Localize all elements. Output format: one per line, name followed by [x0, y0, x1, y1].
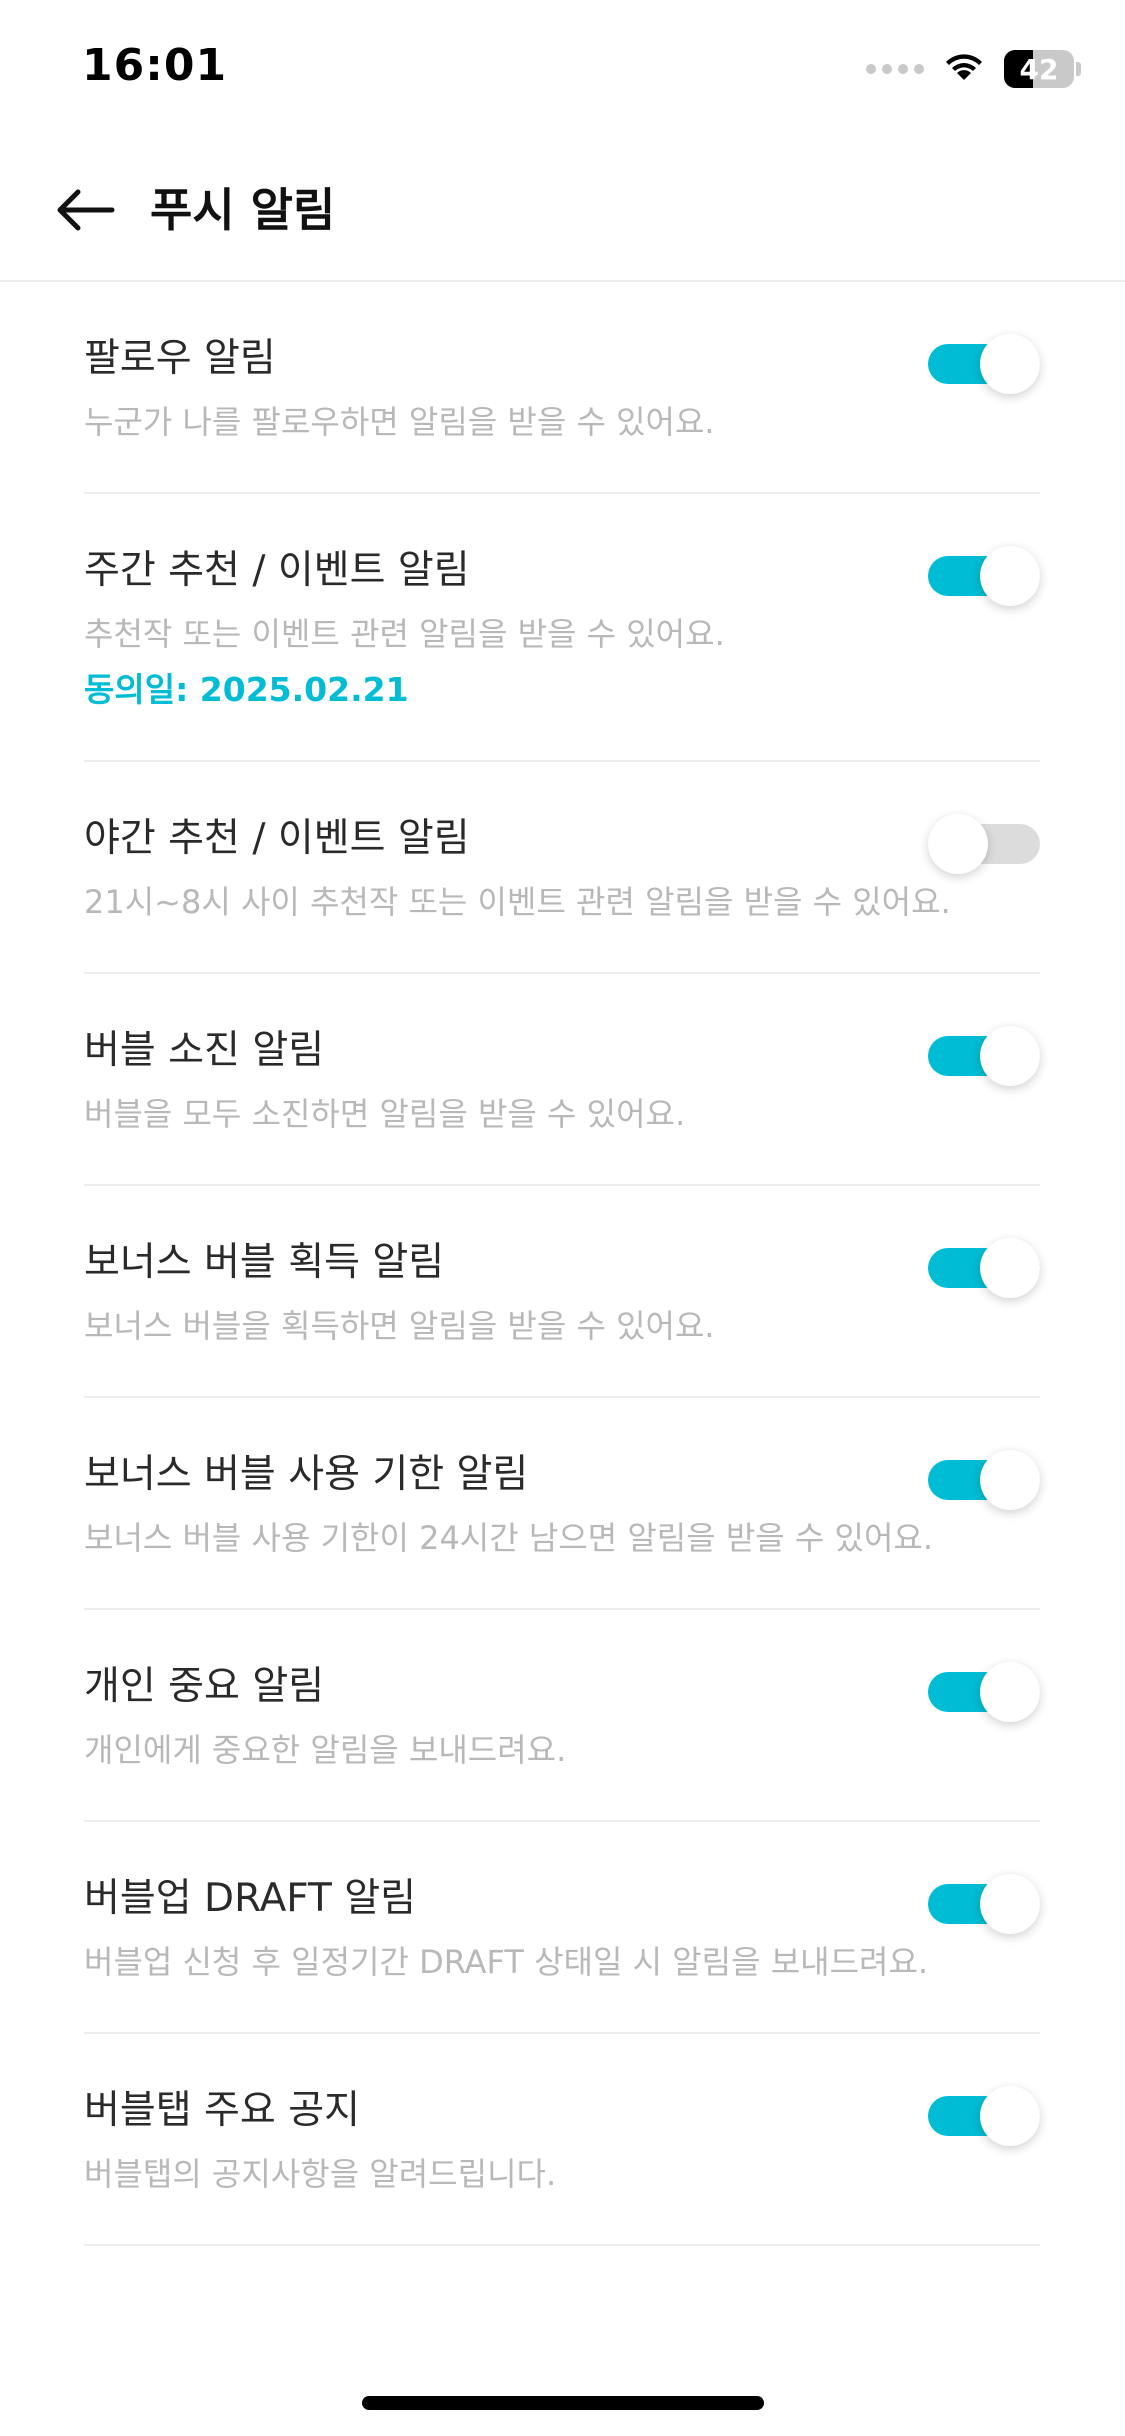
status-bar: 16:01 42	[0, 0, 1125, 140]
home-indicator	[362, 2396, 764, 2410]
setting-toggle[interactable]	[928, 1026, 1040, 1086]
setting-title: 개인 중요 알림	[84, 1664, 325, 1709]
back-arrow-icon	[57, 189, 115, 231]
setting-description: 21시~8시 사이 추천작 또는 이벤트 관련 알림을 받을 수 있어요.	[84, 883, 951, 921]
status-indicators: 42	[866, 48, 1081, 90]
setting-item: 개인 중요 알림개인에게 중요한 알림을 보내드려요.	[84, 1610, 1040, 1822]
toggle-thumb	[980, 334, 1040, 394]
setting-toggle[interactable]	[928, 1874, 1040, 1934]
setting-item: 버블업 DRAFT 알림버블업 신청 후 일정기간 DRAFT 상태일 시 알림…	[84, 1822, 1040, 2034]
battery-level: 42	[1019, 52, 1059, 86]
setting-description: 버블업 신청 후 일정기간 DRAFT 상태일 시 알림을 보내드려요.	[84, 1943, 929, 1981]
page-title: 푸시 알림	[150, 183, 336, 237]
toggle-thumb	[980, 546, 1040, 606]
setting-description: 보너스 버블 사용 기한이 24시간 남으면 알림을 받을 수 있어요.	[84, 1519, 933, 1557]
toggle-thumb	[928, 814, 988, 874]
toggle-thumb	[980, 2086, 1040, 2146]
setting-title: 버블 소진 알림	[84, 1028, 325, 1073]
toggle-thumb	[980, 1450, 1040, 1510]
setting-item: 버블탭 주요 공지버블탭의 공지사항을 알려드립니다.	[84, 2034, 1040, 2246]
setting-item: 보너스 버블 사용 기한 알림보너스 버블 사용 기한이 24시간 남으면 알림…	[84, 1398, 1040, 1610]
battery-cap	[1076, 62, 1081, 76]
setting-title: 야간 추천 / 이벤트 알림	[84, 816, 470, 861]
settings-list: 팔로우 알림 누군가 나를 팔로우하면 알림을 받을 수 있어요. 주간 추천 / …	[84, 282, 1040, 2246]
setting-description: 버블을 모두 소진하면 알림을 받을 수 있어요.	[84, 1095, 686, 1133]
setting-toggle[interactable]	[928, 1238, 1040, 1298]
setting-item: 팔로우 알림누군가 나를 팔로우하면 알림을 받을 수 있어요.	[84, 282, 1040, 494]
setting-title: 버블업 DRAFT 알림	[84, 1876, 416, 1921]
cellular-signal-icon	[866, 64, 924, 74]
toggle-thumb	[980, 1662, 1040, 1722]
setting-description: 개인에게 중요한 알림을 보내드려요.	[84, 1731, 567, 1769]
setting-description: 버블탭의 공지사항을 알려드립니다.	[84, 2155, 557, 2193]
setting-item: 야간 추천 / 이벤트 알림 21시~8시 사이 추천작 또는 이벤트 관련 알림…	[84, 762, 1040, 974]
toggle-thumb	[980, 1026, 1040, 1086]
setting-description: 추천작 또는 이벤트 관련 알림을 받을 수 있어요.	[84, 615, 725, 653]
setting-item: 버블 소진 알림버블을 모두 소진하면 알림을 받을 수 있어요.	[84, 974, 1040, 1186]
wifi-icon	[942, 50, 986, 88]
setting-item: 보너스 버블 획득 알림보너스 버블을 획득하면 알림을 받을 수 있어요.	[84, 1186, 1040, 1398]
setting-toggle[interactable]	[928, 1450, 1040, 1510]
toggle-thumb	[980, 1238, 1040, 1298]
setting-description: 보너스 버블을 획득하면 알림을 받을 수 있어요.	[84, 1307, 715, 1345]
back-button[interactable]	[48, 174, 120, 246]
setting-title: 버블탭 주요 공지	[84, 2088, 360, 2133]
header: 푸시 알림	[0, 140, 1125, 282]
setting-toggle[interactable]	[928, 546, 1040, 606]
setting-title: 팔로우 알림	[84, 336, 276, 381]
consent-date: 동의일: 2025.02.21	[84, 670, 409, 709]
setting-toggle[interactable]	[928, 1662, 1040, 1722]
status-time: 16:01	[82, 40, 228, 91]
battery-icon: 42	[1004, 50, 1074, 88]
setting-item: 주간 추천 / 이벤트 알림추천작 또는 이벤트 관련 알림을 받을 수 있어요…	[84, 494, 1040, 762]
setting-toggle[interactable]	[928, 814, 1040, 874]
setting-toggle[interactable]	[928, 334, 1040, 394]
setting-title: 주간 추천 / 이벤트 알림	[84, 548, 470, 593]
setting-description: 누군가 나를 팔로우하면 알림을 받을 수 있어요.	[84, 403, 715, 441]
setting-toggle[interactable]	[928, 2086, 1040, 2146]
setting-title: 보너스 버블 획득 알림	[84, 1240, 445, 1285]
toggle-thumb	[980, 1874, 1040, 1934]
setting-title: 보너스 버블 사용 기한 알림	[84, 1452, 529, 1497]
